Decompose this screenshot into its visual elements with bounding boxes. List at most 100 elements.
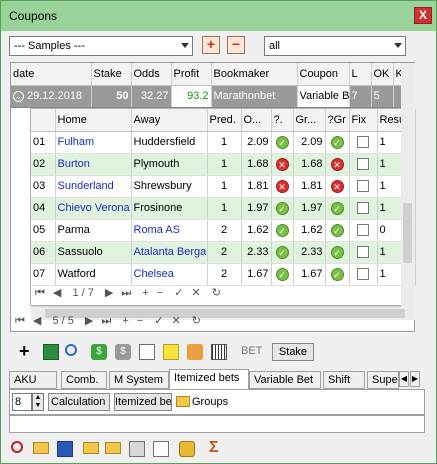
confirm-icon[interactable]: ✓ <box>174 287 183 299</box>
fix-checkbox[interactable] <box>357 268 369 281</box>
column-header[interactable]: Bookmaker <box>211 63 298 86</box>
copy-icon[interactable] <box>139 344 155 360</box>
table-row[interactable]: 04 Chievo Verona Frosinone 1 1.97 ✓ 1.97 ✓ 1 <box>31 197 416 220</box>
confirm-icon[interactable]: ✓ <box>154 315 163 327</box>
chart-icon[interactable] <box>57 441 73 457</box>
plus-icon[interactable]: + <box>19 342 35 360</box>
tab-scroll-left[interactable]: ◀ <box>399 371 409 387</box>
import-folder-icon[interactable] <box>105 442 121 454</box>
coupon-page-indicator: 5 / 5 <box>52 315 74 327</box>
count-stepper[interactable]: ▲ ▼ <box>32 393 44 411</box>
fix-checkbox[interactable] <box>357 136 369 149</box>
column-header[interactable]: Away <box>131 109 208 132</box>
last-page-icon[interactable]: ⏭ <box>121 287 131 299</box>
coupon-stake: 50 <box>91 85 132 108</box>
column-header[interactable]: O... <box>241 109 272 132</box>
tab-variable-bet[interactable]: Variable Bet <box>249 371 321 389</box>
tab-scroll-right[interactable]: ▶ <box>410 371 420 387</box>
tab-comb[interactable]: Comb. <box>61 371 107 389</box>
sigma-icon[interactable]: Σ <box>209 440 225 456</box>
table-row[interactable]: 02 Burton Plymouth 1 1.68 ✕ 1.68 ✕ 1 <box>31 153 416 176</box>
money-gray-icon[interactable]: $ <box>115 344 131 360</box>
column-header[interactable]: Profit <box>171 63 212 86</box>
search-icon[interactable] <box>65 344 77 356</box>
column-header[interactable]: Odds <box>131 63 172 86</box>
table-row[interactable]: 07 Watford Chelsea 2 1.67 ✓ 1.67 ✓ 1 <box>31 263 416 286</box>
count-field[interactable]: 8 <box>12 393 32 411</box>
column-header[interactable]: Pred. <box>207 109 242 132</box>
itemized-bet-button[interactable]: Itemized bet <box>114 393 172 411</box>
coupon-vscrollbar[interactable] <box>401 63 415 308</box>
refresh-icon[interactable]: ↻ <box>192 315 201 327</box>
table-row[interactable]: 03 Sunderland Shrewsbury 1 1.81 ✕ 1.81 ✕ 1 <box>31 175 416 198</box>
cancel-icon[interactable]: ✕ <box>192 287 201 299</box>
print-icon[interactable] <box>129 441 145 457</box>
fix-checkbox[interactable] <box>357 180 369 193</box>
fix-checkbox[interactable] <box>357 202 369 215</box>
remove-coupon-button[interactable]: − <box>227 36 245 54</box>
prev-page-icon[interactable]: ◀ <box>53 287 61 299</box>
scope-dropdown[interactable]: all <box>264 36 406 56</box>
runner-icon[interactable] <box>163 344 179 360</box>
calculation-button[interactable]: Calculation <box>48 393 110 411</box>
column-header[interactable]: Stake <box>91 63 132 86</box>
status-cell: ✓ <box>271 131 294 154</box>
column-header[interactable]: Fix <box>349 109 378 132</box>
next-page-icon[interactable]: ▶ <box>105 287 113 299</box>
remove-icon[interactable]: − <box>157 287 163 299</box>
column-header[interactable]: OK <box>371 63 394 86</box>
table-row[interactable]: 01 Fulham Huddersfield 1 2.09 ✓ 2.09 ✓ 1 <box>31 131 416 154</box>
add-icon[interactable]: + <box>142 287 148 299</box>
fix-checkbox[interactable] <box>357 158 369 171</box>
table-row[interactable]: 06 Sassuolo Atalanta Berga 2 2.33 ✓ 2.33 ✓ 1 <box>31 241 416 264</box>
add-icon[interactable]: + <box>122 315 128 327</box>
column-header[interactable]: Gr... <box>293 109 326 132</box>
refresh-icon[interactable]: ↻ <box>212 287 221 299</box>
first-page-icon[interactable]: ⏮ <box>35 287 45 299</box>
tab-shift[interactable]: Shift <box>323 371 365 389</box>
spreadsheet-icon[interactable] <box>43 344 59 360</box>
tab-aku[interactable]: AKU <box>9 371 57 389</box>
close-button[interactable]: X <box>414 7 432 24</box>
column-header[interactable]: Coupon <box>297 63 350 86</box>
column-header[interactable]: ?Gr <box>325 109 350 132</box>
add-coupon-button[interactable]: + <box>202 36 220 54</box>
preview-icon[interactable] <box>153 441 169 457</box>
home-icon[interactable] <box>187 344 203 360</box>
column-header[interactable]: Home <box>55 109 132 132</box>
remove-icon[interactable]: − <box>137 315 143 327</box>
coupon-date: 29.12.2018 <box>27 90 83 102</box>
column-header[interactable]: L <box>349 63 372 86</box>
tab-super[interactable]: Supe <box>367 371 399 389</box>
fix-cell <box>349 153 378 176</box>
check-icon: ✓ <box>275 267 289 281</box>
last-page-icon[interactable]: ⏭ <box>101 315 111 327</box>
cancel-icon[interactable]: ✕ <box>172 315 181 327</box>
lock-icon[interactable] <box>179 441 195 457</box>
prev-page-icon[interactable]: ◀ <box>33 315 41 327</box>
tab-itemized-bets[interactable]: Itemized bets <box>169 369 249 389</box>
fix-checkbox[interactable] <box>357 246 369 259</box>
fix-checkbox[interactable] <box>357 224 369 237</box>
collapse-icon[interactable]: ⌄ <box>13 91 24 102</box>
samples-dropdown-value: --- Samples --- <box>14 40 85 52</box>
tab-m-system[interactable]: M System <box>109 371 169 389</box>
zoom-icon[interactable] <box>11 441 23 453</box>
games-page-indicator: 1 / 7 <box>72 287 94 299</box>
export-folder-icon[interactable] <box>83 442 99 454</box>
barcode-icon[interactable] <box>211 344 227 360</box>
groups-label[interactable]: Groups <box>192 396 228 408</box>
samples-dropdown[interactable]: --- Samples --- <box>9 36 193 56</box>
first-page-icon[interactable]: ⏮ <box>15 315 25 327</box>
next-page-icon[interactable]: ▶ <box>85 315 93 327</box>
table-row[interactable]: 05 Parma Roma AS 2 1.62 ✓ 1.62 ✓ 0 <box>31 219 416 242</box>
scroll-thumb[interactable] <box>403 203 412 263</box>
cross-icon: ✕ <box>275 157 289 171</box>
money-icon[interactable]: $ <box>91 344 107 360</box>
column-header[interactable]: ?. <box>271 109 294 132</box>
coupon-row[interactable]: ⌄ 29.12.2018 50 32.27 93.2 Marathonbet Va… <box>11 85 404 108</box>
stake-button[interactable]: Stake <box>272 343 314 361</box>
open-folder-icon[interactable] <box>33 442 49 454</box>
status-cell: ✕ <box>271 175 294 198</box>
column-header[interactable]: date <box>11 63 92 86</box>
